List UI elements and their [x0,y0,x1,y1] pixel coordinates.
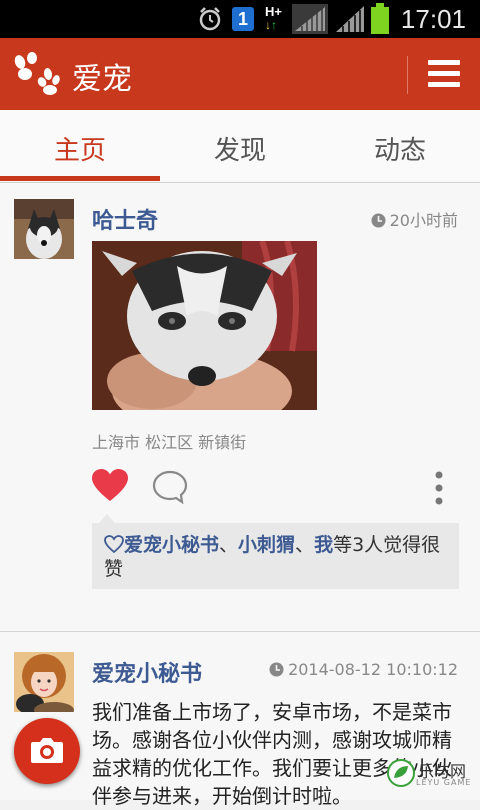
signal-icon [336,6,364,32]
leaf-logo-icon [387,759,415,787]
likes-separator: 、 [295,534,315,556]
post-text: 我们准备上市场了，安卓市场，不是菜市场。感谢各位小伙伴内测，感谢攻城师精益求精的… [92,700,452,808]
bubble-pointer [98,514,116,524]
post-time-text: 2014-08-12 10:10:12 [288,660,458,679]
app-bar: 爱宠 [0,38,480,110]
camera-icon [31,738,63,763]
likes-box: 爱宠小秘书、小刺猬、我等3人觉得很赞 [92,514,459,589]
post-time: 2014-08-12 10:10:12 [269,660,458,679]
post-time: 20小时前 [371,207,458,231]
post-card: 哈士奇 20小时前 上海市 松江区 新镇街 爱宠小秘书、小刺猬、我等3人觉得很赞 [0,183,480,631]
liker-link[interactable]: 我 [314,534,333,556]
battery-icon [371,3,389,34]
more-options-icon[interactable] [435,471,443,505]
avatar[interactable] [14,199,74,259]
appbar-divider [407,56,408,94]
post-username[interactable]: 爱宠小秘书 [92,656,202,688]
app-title: 爱宠 [72,62,132,97]
clock-icon [269,662,284,677]
signal-icon [292,4,328,34]
tab-discover[interactable]: 发现 [160,130,320,167]
paw-icon [14,52,60,95]
notification-badge-icon: 1 [232,7,254,31]
watermark-subtext: LEYU GAME [416,778,472,787]
heart-outline-icon [104,535,124,554]
tab-bar: 主页 发现 动态 [0,110,480,183]
clock: 17:01 [400,4,466,34]
likes-text: 爱宠小秘书、小刺猬、我等3人觉得很赞 [104,533,444,581]
avatar[interactable] [14,652,74,712]
network-label: H+ [265,4,282,19]
husky-avatar-image [14,199,74,259]
camera-button[interactable] [14,718,80,784]
husky-puppy-photo [92,241,317,410]
hamburger-menu-icon[interactable] [428,60,460,88]
watermark-logo: 乐与网 LEYU GAME [386,756,476,792]
post-location: 上海市 松江区 新镇街 [92,433,247,452]
post-time-text: 20小时前 [389,211,458,230]
clock-icon [371,213,386,228]
post-username[interactable]: 哈士奇 [92,203,158,235]
liker-link[interactable]: 爱宠小秘书 [124,534,219,556]
status-bar: 1 H+ ↓↑ 17:01 [0,0,480,38]
likes-separator: 、 [219,534,239,556]
tab-home[interactable]: 主页 [0,130,160,167]
post-photo[interactable] [92,241,317,410]
alarm-icon [199,7,221,31]
heart-icon[interactable] [92,469,128,503]
data-hplus-icon: H+ ↓↑ [265,4,282,32]
active-tab-indicator [0,176,160,181]
liker-link[interactable]: 小刺猬 [238,534,295,556]
tab-activity[interactable]: 动态 [320,130,480,167]
feed[interactable]: 哈士奇 20小时前 上海市 松江区 新镇街 爱宠小秘书、小刺猬、我等3人觉得很赞… [0,183,480,808]
comment-icon[interactable] [152,469,188,505]
girl-avatar-image [14,652,74,712]
